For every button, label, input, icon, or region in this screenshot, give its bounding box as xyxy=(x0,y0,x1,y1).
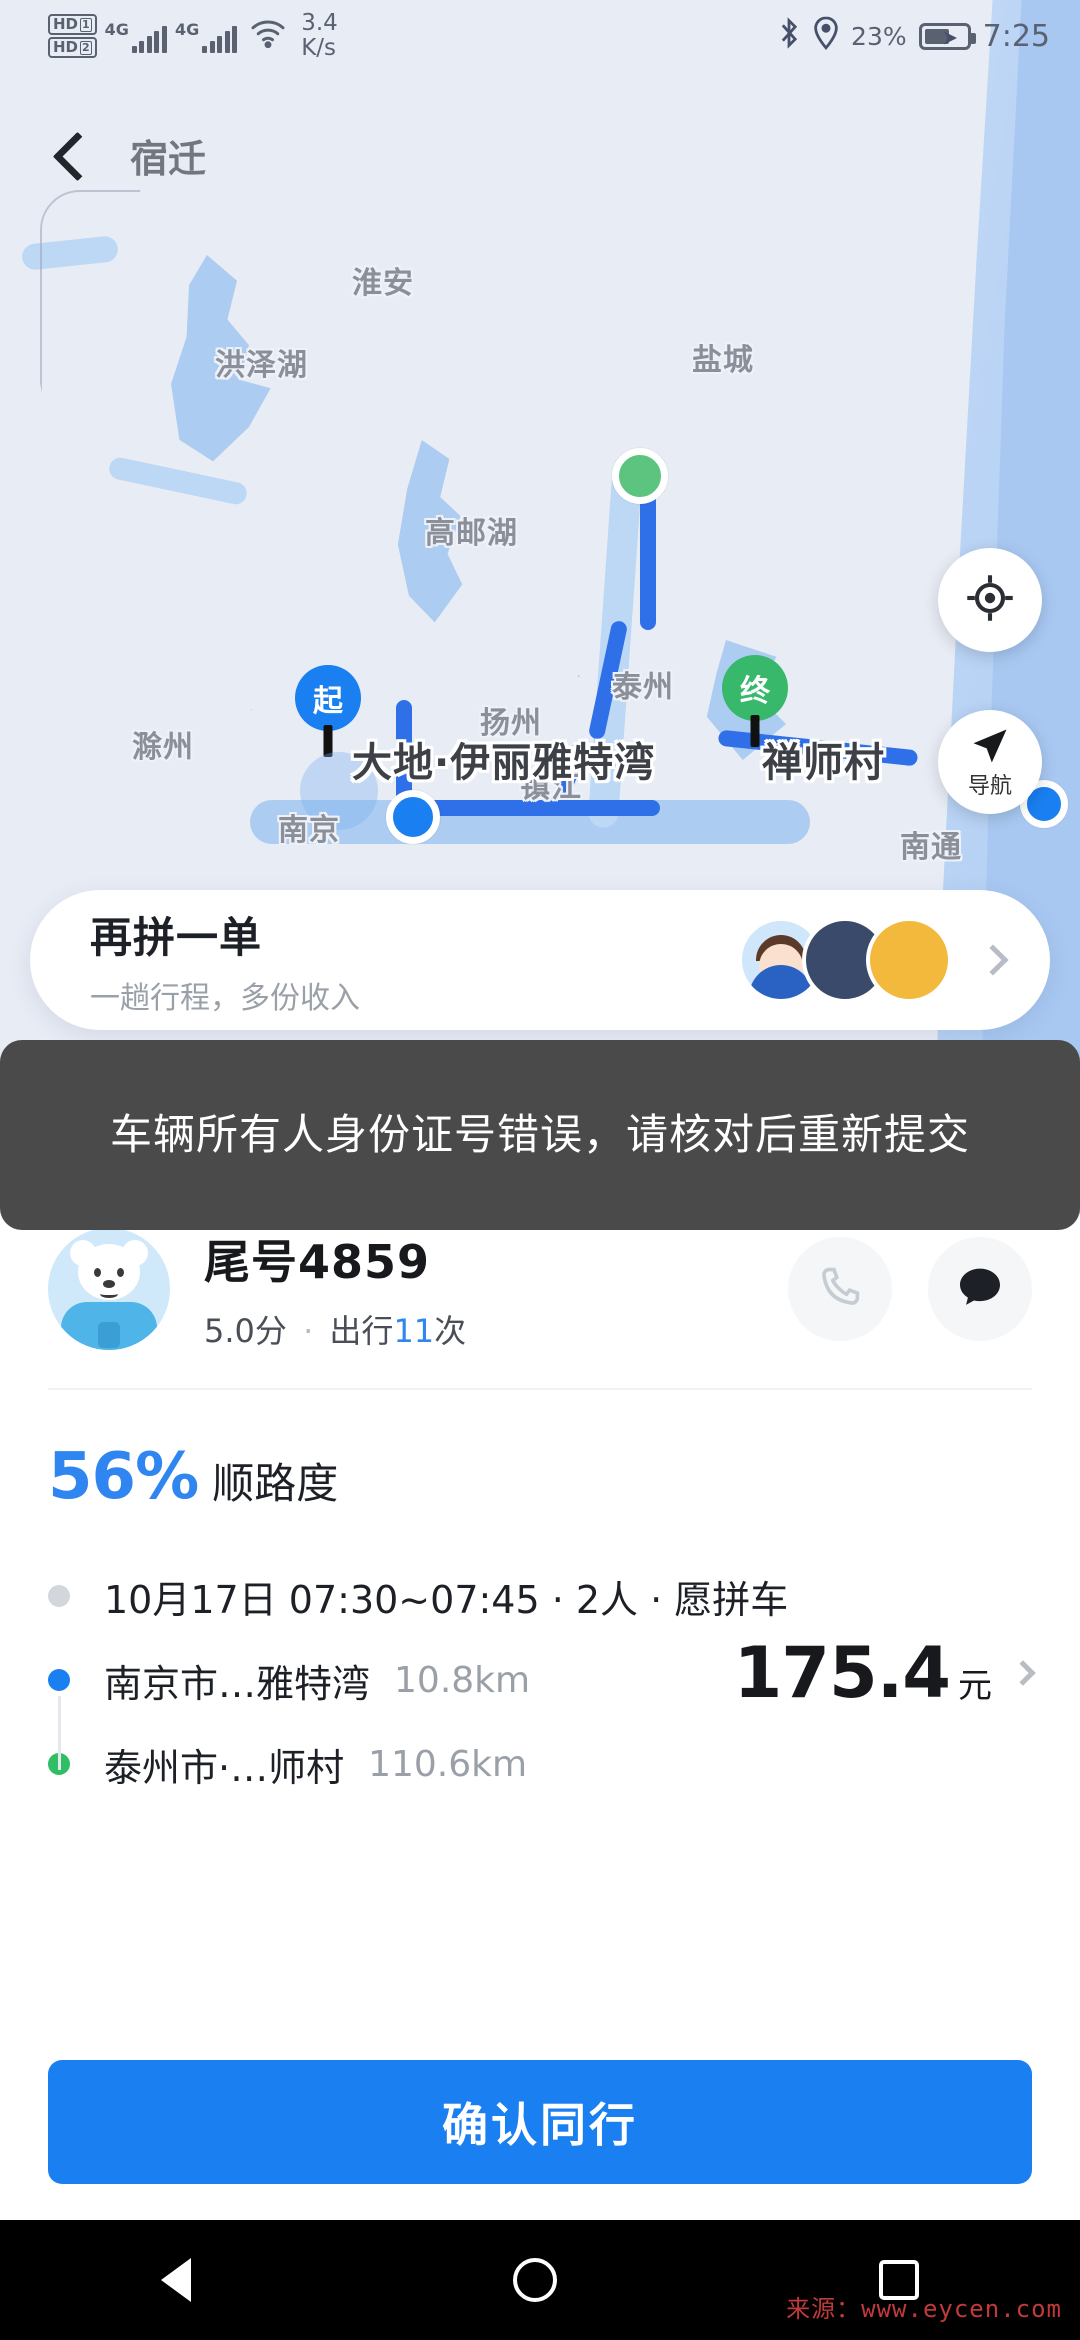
location-pin-icon xyxy=(813,16,839,56)
signal-sim2: 4G xyxy=(174,19,238,53)
promo-text: 再拼一单 一趟行程，多份收入 xyxy=(90,904,360,1017)
map-pin-end-label: 终 xyxy=(740,674,770,709)
page-title: 宿迁 xyxy=(130,136,207,181)
origin-dot-icon xyxy=(48,1669,70,1691)
trip-connector-line xyxy=(58,1696,61,1770)
bear-avatar-icon xyxy=(48,1228,170,1350)
status-bar-left: HD 1 HD 2 4G 4G 3.4 K/s xyxy=(48,11,338,61)
hd-sim2-icon: HD 2 xyxy=(48,37,97,58)
top-nav-bar: 宿迁 xyxy=(0,110,1080,200)
map-label: 洪泽湖 xyxy=(215,348,308,383)
match-percent: 56% xyxy=(48,1440,199,1514)
passenger-avatars xyxy=(738,917,952,1003)
current-location-dot[interactable] xyxy=(386,790,440,844)
trips-prefix: 出行 xyxy=(329,1312,394,1350)
driver-plate-suffix: 尾号4859 xyxy=(204,1235,431,1289)
signal-bars-1 xyxy=(131,25,167,53)
network-type-1: 4G xyxy=(104,19,129,39)
driver-score: 5.0分 xyxy=(204,1312,287,1350)
map-label: 南通 xyxy=(900,830,962,865)
wifi-icon xyxy=(249,18,287,54)
promo-card[interactable]: 再拼一单 一趟行程，多份收入 xyxy=(30,890,1050,1030)
clock-label: 7:25 xyxy=(982,18,1050,54)
map-label: 高邮湖 xyxy=(425,516,518,551)
navigation-button[interactable]: 导航 xyxy=(938,710,1042,814)
navigation-button-label: 导航 xyxy=(967,774,1012,799)
trip-details[interactable]: 10月17日 07:30~07:45 · 2人 · 愿拼车 南京市…雅特湾 10… xyxy=(0,1514,1080,1806)
battery-percent-label: 23% xyxy=(851,21,907,51)
price-currency-unit: 元 xyxy=(958,1666,992,1706)
promo-subtitle: 一趟行程，多份收入 xyxy=(90,980,360,1016)
hd-indicators: HD 1 HD 2 xyxy=(48,14,97,58)
map-pin-start[interactable]: 起 xyxy=(295,665,361,731)
order-detail-sheet: 尾号4859 5.0分 · 出行11次 56% 顺路度 10月17日 07:30… xyxy=(0,1180,1080,2260)
network-rate: 3.4 K/s xyxy=(301,10,338,61)
status-bar: HD 1 HD 2 4G 4G 3.4 K/s 23% 7:25 xyxy=(0,0,1080,72)
chevron-right-icon xyxy=(1010,1660,1036,1686)
hd-sim1-icon: HD 1 xyxy=(48,14,97,35)
trip-destination: 泰州市·…师村 xyxy=(104,1745,345,1790)
map-label: 滁州 xyxy=(132,730,194,765)
meta-separator: · xyxy=(303,1312,314,1350)
status-bar-right: 23% 7:25 xyxy=(777,16,1050,56)
map-label: 南京 xyxy=(278,813,340,848)
chevron-right-icon xyxy=(977,944,1009,976)
match-label: 顺路度 xyxy=(212,1459,339,1508)
trip-destination-distance: 110.6km xyxy=(368,1743,528,1785)
driver-actions xyxy=(788,1237,1032,1341)
message-button[interactable] xyxy=(928,1237,1032,1341)
price-block[interactable]: 175.4 元 xyxy=(733,1632,1036,1714)
map-pin-end[interactable]: 终 xyxy=(722,655,788,721)
error-toast: 车辆所有人身份证号错误，请核对后重新提交 xyxy=(0,1040,1080,1230)
trips-suffix: 次 xyxy=(434,1312,467,1350)
map-label: 盐城 xyxy=(692,343,754,378)
promo-title: 再拼一单 xyxy=(90,912,263,962)
price-amount: 175.4 xyxy=(733,1632,951,1714)
map-label: 泰州 xyxy=(612,670,674,705)
match-row: 56% 顺路度 xyxy=(0,1390,1080,1514)
android-back-icon[interactable] xyxy=(161,2258,191,2302)
trip-origin: 南京市…雅特湾 xyxy=(104,1661,371,1706)
driver-info: 尾号4859 5.0分 · 出行11次 xyxy=(204,1226,466,1352)
schedule-dot-icon xyxy=(48,1585,70,1607)
map-label: 淮安 xyxy=(352,266,414,301)
source-watermark: 来源：www.eycen.com xyxy=(786,2295,1062,2323)
bluetooth-icon xyxy=(777,16,801,56)
avatar xyxy=(866,917,952,1003)
battery-charging-icon xyxy=(918,22,976,50)
confirm-button[interactable]: 确认同行 xyxy=(48,2060,1032,2184)
signal-bars-2 xyxy=(202,25,238,53)
province-border-1 xyxy=(40,190,270,577)
trip-schedule-row: 10月17日 07:30~07:45 · 2人 · 愿拼车 xyxy=(48,1554,1032,1638)
chat-bubble-icon xyxy=(955,1262,1005,1316)
driver-meta: 5.0分 · 出行11次 xyxy=(204,1306,466,1352)
locate-button[interactable] xyxy=(938,548,1042,652)
map-poi-destination-label: 禅师村 xyxy=(762,740,885,786)
trip-destination-row: 泰州市·…师村 110.6km xyxy=(48,1722,1032,1806)
map-poi-origin-label: 大地·伊丽雅特湾 xyxy=(352,740,656,786)
toast-message: 车辆所有人身份证号错误，请核对后重新提交 xyxy=(109,1110,970,1160)
map-pin-start-label: 起 xyxy=(313,684,343,719)
phone-icon xyxy=(816,1263,864,1315)
call-button[interactable] xyxy=(788,1237,892,1341)
network-type-2: 4G xyxy=(174,19,200,39)
locate-crosshair-icon xyxy=(964,572,1016,628)
trip-origin-distance: 10.8km xyxy=(394,1659,531,1701)
confirm-button-label: 确认同行 xyxy=(442,2098,638,2152)
trip-schedule: 10月17日 07:30~07:45 · 2人 · 愿拼车 xyxy=(104,1577,789,1622)
navigation-arrow-icon xyxy=(968,724,1012,772)
waypoint-green-dot[interactable] xyxy=(612,448,668,504)
signal-sim1: 4G xyxy=(105,20,167,53)
android-home-icon[interactable] xyxy=(513,2258,557,2302)
back-chevron-icon[interactable] xyxy=(48,133,92,177)
trips-count: 11 xyxy=(393,1312,435,1350)
